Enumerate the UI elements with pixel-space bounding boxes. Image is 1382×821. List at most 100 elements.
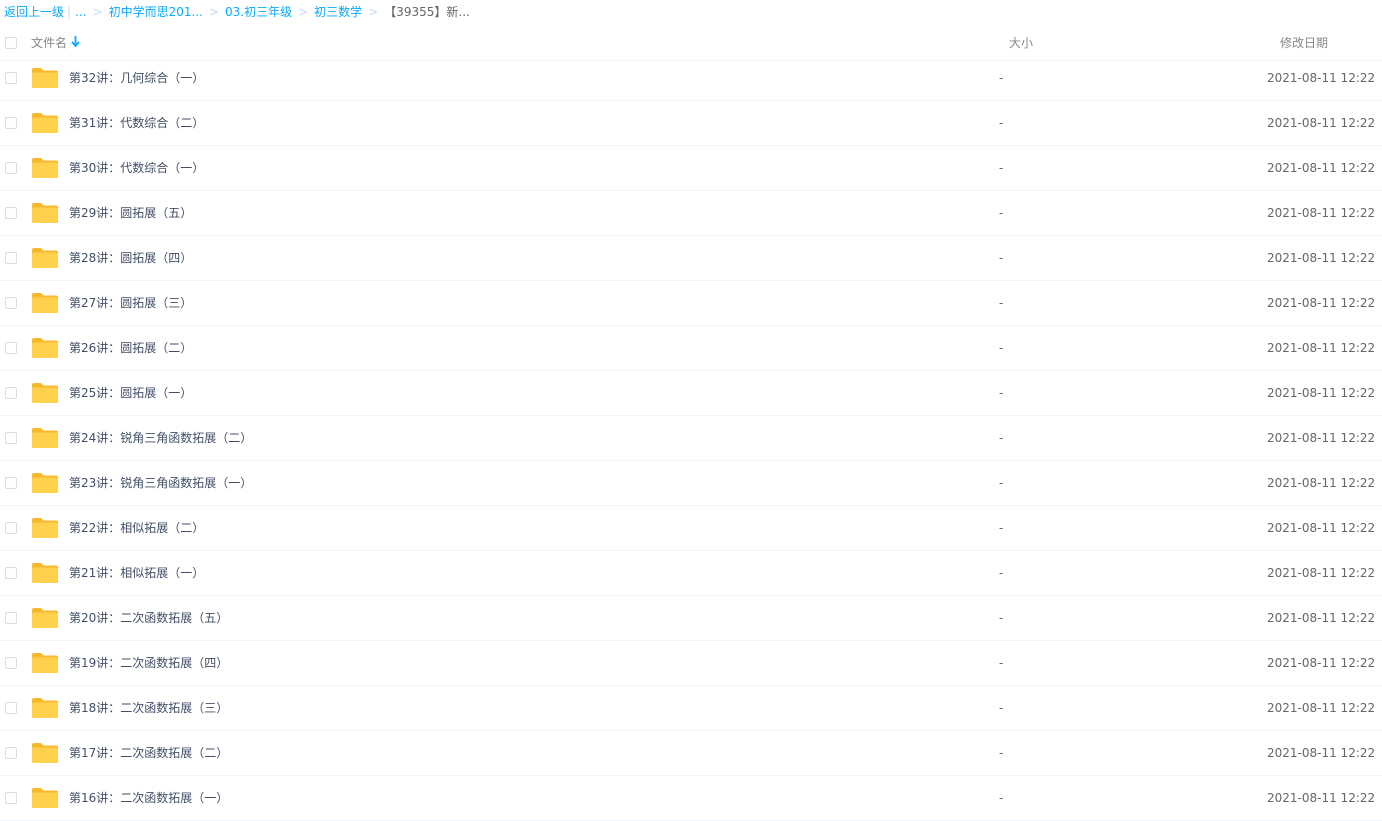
row-checkbox[interactable] [5,342,17,354]
file-modified-date: 2021-08-11 12:22 [1267,746,1376,760]
file-row[interactable]: 第16讲：二次函数拓展（一） - 2021-08-11 12:22 [0,776,1382,821]
file-name[interactable]: 第26讲：圆拓展（二） [69,326,192,371]
breadcrumb: 返回上一级 |... > 初中学而思201... >03.初三年级 > 初三数学 > 【3935… [0,0,470,24]
folder-icon[interactable] [31,787,59,809]
row-checkbox[interactable] [5,612,17,624]
file-name[interactable]: 第20讲：二次函数拓展（五） [69,596,228,641]
file-row[interactable]: 第23讲：锐角三角函数拓展（一） - 2021-08-11 12:22 [0,461,1382,506]
file-size: - [999,566,1004,580]
file-name[interactable]: 第16讲：二次函数拓展（一） [69,776,228,821]
folder-icon[interactable] [31,517,59,539]
file-name[interactable]: 第30讲：代数综合（一） [69,146,204,191]
folder-icon[interactable] [31,157,59,179]
row-checkbox[interactable] [5,252,17,264]
file-size: - [999,341,1004,355]
file-row[interactable]: 第17讲：二次函数拓展（二） - 2021-08-11 12:22 [0,731,1382,776]
file-name[interactable]: 第25讲：圆拓展（一） [69,371,192,416]
row-checkbox[interactable] [5,162,17,174]
breadcrumb-item-grade[interactable]: 03.初三年级 [225,5,292,19]
file-row[interactable]: 第19讲：二次函数拓展（四） - 2021-08-11 12:22 [0,641,1382,686]
file-row[interactable]: 第24讲：锐角三角函数拓展（二） - 2021-08-11 12:22 [0,416,1382,461]
row-checkbox[interactable] [5,72,17,84]
folder-icon[interactable] [31,67,59,89]
file-size: - [999,161,1004,175]
folder-icon[interactable] [31,112,59,134]
column-header-name[interactable]: 文件名 [31,26,80,60]
file-modified-date: 2021-08-11 12:22 [1267,251,1376,265]
file-size: - [999,521,1004,535]
row-checkbox[interactable] [5,747,17,759]
row-checkbox[interactable] [5,297,17,309]
column-header-name-label: 文件名 [31,36,68,50]
file-row[interactable]: 第27讲：圆拓展（三） - 2021-08-11 12:22 [0,281,1382,326]
row-checkbox[interactable] [5,477,17,489]
file-size: - [999,476,1004,490]
folder-icon[interactable] [31,427,59,449]
folder-icon[interactable] [31,247,59,269]
folder-icon[interactable] [31,292,59,314]
file-size: - [999,386,1004,400]
row-checkbox[interactable] [5,387,17,399]
file-size: - [999,746,1004,760]
file-size: - [999,611,1004,625]
back-link[interactable]: 返回上一级 [4,5,64,19]
breadcrumb-item-ellipsis[interactable]: ... [75,5,86,19]
file-row[interactable]: 第25讲：圆拓展（一） - 2021-08-11 12:22 [0,371,1382,416]
file-name[interactable]: 第24讲：锐角三角函数拓展（二） [69,416,252,461]
file-name[interactable]: 第18讲：二次函数拓展（三） [69,686,228,731]
file-name[interactable]: 第31讲：代数综合（二） [69,101,204,146]
file-name[interactable]: 第27讲：圆拓展（三） [69,281,192,326]
arrow-down-icon[interactable] [71,26,80,60]
breadcrumb-separator: > [368,5,379,19]
file-name[interactable]: 第23讲：锐角三角函数拓展（一） [69,461,252,506]
file-row[interactable]: 第30讲：代数综合（一） - 2021-08-11 12:22 [0,146,1382,191]
file-row[interactable]: 第20讲：二次函数拓展（五） - 2021-08-11 12:22 [0,596,1382,641]
select-all-checkbox[interactable] [5,37,17,49]
row-checkbox[interactable] [5,117,17,129]
folder-icon[interactable] [31,472,59,494]
file-list: 第32讲：几何综合（一） - 2021-08-11 12:22 第31讲：代数综… [0,56,1382,821]
file-row[interactable]: 第22讲：相似拓展（二） - 2021-08-11 12:22 [0,506,1382,551]
file-size: - [999,791,1004,805]
file-size: - [999,431,1004,445]
file-name[interactable]: 第32讲：几何综合（一） [69,56,204,101]
file-size: - [999,701,1004,715]
breadcrumb-item-course[interactable]: 初中学而思201... [109,5,203,19]
row-checkbox[interactable] [5,702,17,714]
row-checkbox[interactable] [5,207,17,219]
file-row[interactable]: 第21讲：相似拓展（一） - 2021-08-11 12:22 [0,551,1382,596]
file-name[interactable]: 第17讲：二次函数拓展（二） [69,731,228,776]
folder-icon[interactable] [31,337,59,359]
file-name[interactable]: 第28讲：圆拓展（四） [69,236,192,281]
file-modified-date: 2021-08-11 12:22 [1267,611,1376,625]
column-header-size[interactable]: 大小 [1009,26,1033,60]
file-row[interactable]: 第28讲：圆拓展（四） - 2021-08-11 12:22 [0,236,1382,281]
row-checkbox[interactable] [5,522,17,534]
file-name[interactable]: 第29讲：圆拓展（五） [69,191,192,236]
folder-icon[interactable] [31,652,59,674]
breadcrumb-item-subject[interactable]: 初三数学 [314,5,362,19]
file-name[interactable]: 第22讲：相似拓展（二） [69,506,204,551]
file-row[interactable]: 第31讲：代数综合（二） - 2021-08-11 12:22 [0,101,1382,146]
row-checkbox[interactable] [5,567,17,579]
folder-icon[interactable] [31,697,59,719]
row-checkbox[interactable] [5,792,17,804]
column-header-date[interactable]: 修改日期 [1280,26,1328,60]
file-row[interactable]: 第26讲：圆拓展（二） - 2021-08-11 12:22 [0,326,1382,371]
file-modified-date: 2021-08-11 12:22 [1267,431,1376,445]
file-name[interactable]: 第19讲：二次函数拓展（四） [69,641,228,686]
folder-icon[interactable] [31,382,59,404]
file-row[interactable]: 第18讲：二次函数拓展（三） - 2021-08-11 12:22 [0,686,1382,731]
file-row[interactable]: 第29讲：圆拓展（五） - 2021-08-11 12:22 [0,191,1382,236]
row-checkbox[interactable] [5,432,17,444]
file-row[interactable]: 第32讲：几何综合（一） - 2021-08-11 12:22 [0,56,1382,101]
folder-icon[interactable] [31,742,59,764]
row-checkbox[interactable] [5,657,17,669]
folder-icon[interactable] [31,562,59,584]
file-name[interactable]: 第21讲：相似拓展（一） [69,551,204,596]
folder-icon[interactable] [31,202,59,224]
file-modified-date: 2021-08-11 12:22 [1267,701,1376,715]
file-size: - [999,71,1004,85]
file-modified-date: 2021-08-11 12:22 [1267,161,1376,175]
folder-icon[interactable] [31,607,59,629]
